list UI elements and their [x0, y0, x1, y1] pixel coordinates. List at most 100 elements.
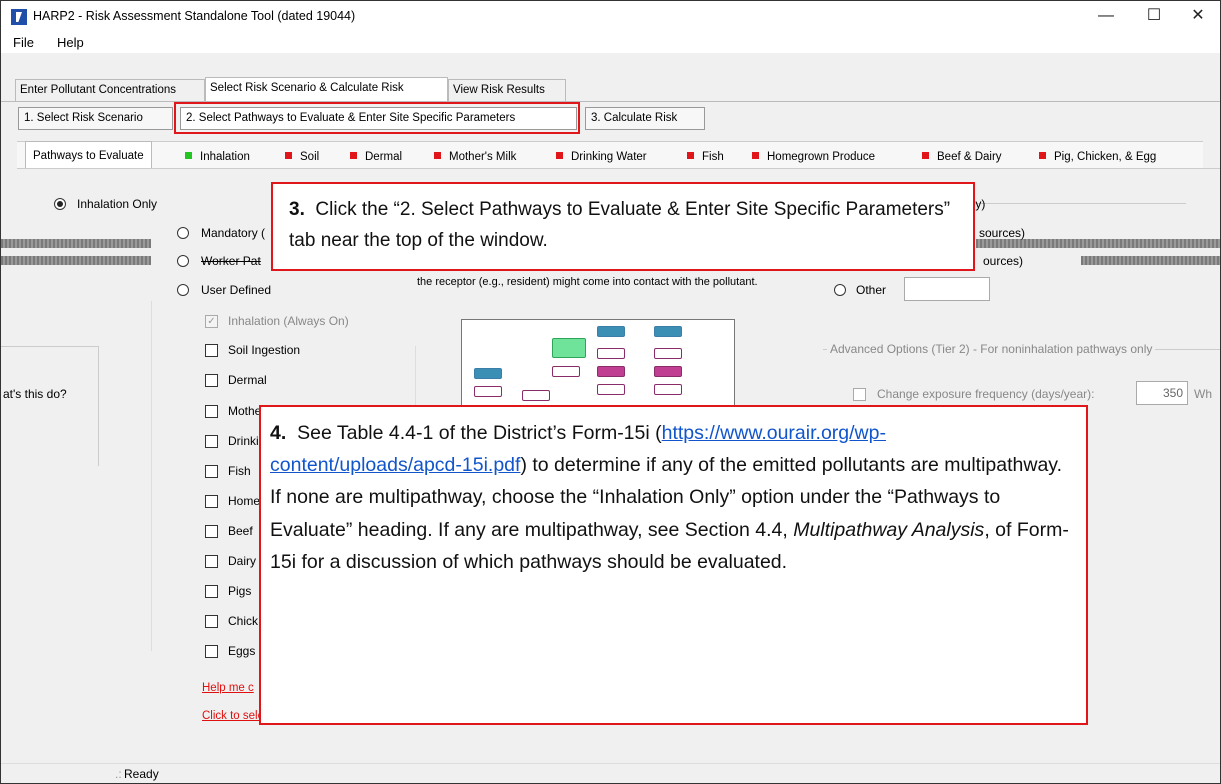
- diagram-node: [654, 326, 682, 337]
- tab-view-risk-results[interactable]: View Risk Results: [448, 79, 566, 101]
- tab-beef-dairy[interactable]: Beef & Dairy: [922, 146, 1002, 168]
- dermal-label: Dermal: [228, 373, 267, 387]
- tab-soil[interactable]: Soil: [285, 146, 319, 168]
- pigs-label: Pigs: [228, 584, 252, 598]
- tab-inhalation[interactable]: Inhalation: [185, 146, 250, 168]
- chicken-label: Chick: [228, 614, 259, 628]
- highlight-box-step-2: [174, 102, 580, 134]
- worker-pathway-radio[interactable]: [177, 255, 189, 267]
- frequency-input[interactable]: 350: [1136, 381, 1188, 405]
- tab-homegrown-produce[interactable]: Homegrown Produce: [752, 146, 875, 168]
- inhalation-checkbox: ✓: [205, 315, 218, 328]
- app-window: HARP2 - Risk Assessment Standalone Tool …: [0, 0, 1221, 784]
- diagram-node: [474, 368, 502, 379]
- background-bar: [1081, 256, 1220, 265]
- diagram-node: [654, 384, 682, 395]
- status-dot-icon: [350, 152, 357, 160]
- callout-step-3: 3. Click the “2. Select Pathways to Eval…: [271, 182, 975, 271]
- tab-label: Homegrown Produce: [767, 151, 876, 163]
- callout-step-4: 4. See Table 4.4-1 of the District’s For…: [259, 405, 1088, 725]
- tab-label: Pig, Chicken, & Egg: [1054, 151, 1157, 163]
- eggs-label: Eggs: [228, 644, 256, 658]
- tab-label: Mother's Milk: [449, 151, 517, 163]
- menu-help[interactable]: Help: [51, 33, 90, 52]
- tab-pathways-to-evaluate[interactable]: Pathways to Evaluate: [25, 141, 152, 170]
- tab-fish[interactable]: Fish: [687, 146, 724, 168]
- diagram-node: [597, 366, 625, 377]
- worker-pathway-label: Worker Pat: [201, 254, 261, 268]
- user-defined-radio[interactable]: [177, 284, 189, 296]
- status-dot-icon: [285, 152, 292, 160]
- close-icon[interactable]: ✕: [1178, 5, 1218, 27]
- soil-ingestion-checkbox[interactable]: [205, 344, 218, 357]
- homegrown-checkbox[interactable]: [205, 495, 218, 508]
- fish-checkbox[interactable]: [205, 465, 218, 478]
- minimize-icon[interactable]: —: [1086, 5, 1126, 27]
- tab-drinking-water[interactable]: Drinking Water: [556, 146, 647, 168]
- grip-icon: .:: [115, 767, 122, 781]
- mandatory-radio[interactable]: [177, 227, 189, 239]
- other-label: Other: [856, 283, 887, 297]
- status-text: Ready: [124, 767, 159, 781]
- step-tab-select-risk-scenario[interactable]: 1. Select Risk Scenario: [18, 107, 173, 130]
- beef-checkbox[interactable]: [205, 525, 218, 538]
- dermal-checkbox[interactable]: [205, 374, 218, 387]
- chicken-checkbox[interactable]: [205, 615, 218, 628]
- advanced-options-heading: Advanced Options (Tier 2) - For noninhal…: [827, 342, 1156, 356]
- callout-4-number: 4.: [270, 422, 287, 444]
- diagram-node: [654, 366, 682, 377]
- tab-pig-chicken-egg[interactable]: Pig, Chicken, & Egg: [1039, 146, 1156, 168]
- sources-fragment-label-2: ources): [983, 254, 1024, 268]
- mothers-milk-label: Mothe: [228, 404, 262, 418]
- tab-mothers-milk[interactable]: Mother's Milk: [434, 146, 516, 168]
- tab-label: Dermal: [365, 151, 403, 163]
- pigs-checkbox[interactable]: [205, 585, 218, 598]
- background-bar: [1, 239, 151, 248]
- step-tab-calculate-risk[interactable]: 3. Calculate Risk: [585, 107, 705, 130]
- tab-select-risk-scenario[interactable]: Select Risk Scenario & Calculate Risk: [205, 77, 448, 101]
- group-box-border: [1, 346, 99, 347]
- status-dot-icon: [687, 152, 694, 160]
- diagram-node: [597, 384, 625, 395]
- group-box-border: [961, 203, 1186, 204]
- tab-label: Soil: [300, 151, 320, 163]
- background-bar: [1, 256, 151, 265]
- change-frequency-checkbox[interactable]: [853, 388, 866, 401]
- callout-4-italic: Multipathway Analysis: [793, 518, 985, 541]
- group-box-border: [98, 346, 99, 466]
- other-input[interactable]: [904, 277, 990, 301]
- pathway-diagram-image: [461, 319, 735, 408]
- maximize-icon[interactable]: ☐: [1134, 5, 1174, 27]
- sources-fragment-label: l sources): [973, 226, 1026, 240]
- status-dot-icon: [556, 152, 563, 160]
- diagram-node: [597, 348, 625, 359]
- diagram-node: [597, 326, 625, 337]
- change-frequency-label: Change exposure frequency (days/year):: [877, 387, 1095, 401]
- status-dot-icon: [1039, 152, 1046, 160]
- tab-dermal[interactable]: Dermal: [350, 146, 402, 168]
- drinking-water-checkbox[interactable]: [205, 435, 218, 448]
- homegrown-label: Home: [228, 494, 261, 508]
- callout-3-number: 3.: [289, 199, 305, 220]
- whats-this-do-link[interactable]: at's this do?: [3, 387, 67, 401]
- title-bar: HARP2 - Risk Assessment Standalone Tool …: [1, 1, 1220, 31]
- mothers-milk-checkbox[interactable]: [205, 405, 218, 418]
- help-me-choose-link[interactable]: Help me c: [202, 682, 254, 694]
- tab-label: Fish: [702, 151, 724, 163]
- fish-label: Fish: [228, 464, 251, 478]
- other-radio[interactable]: [834, 284, 846, 296]
- diagram-node: [552, 366, 580, 377]
- drinking-water-label: Drinki: [228, 434, 259, 448]
- status-dot-icon: [922, 152, 929, 160]
- tab-enter-pollutant-concentrations[interactable]: Enter Pollutant Concentrations: [15, 79, 205, 101]
- window-title: HARP2 - Risk Assessment Standalone Tool …: [33, 9, 356, 23]
- eggs-checkbox[interactable]: [205, 645, 218, 658]
- user-defined-label: User Defined: [201, 283, 272, 297]
- inhalation-only-radio[interactable]: [54, 198, 66, 210]
- inhalation-checkbox-label: Inhalation (Always On): [228, 314, 349, 328]
- whats-this-link[interactable]: Wh: [1194, 387, 1212, 401]
- dairy-checkbox[interactable]: [205, 555, 218, 568]
- divider: [151, 301, 152, 651]
- menu-file[interactable]: File: [7, 33, 40, 52]
- pathway-description: the receptor (e.g., resident) might come…: [417, 276, 758, 288]
